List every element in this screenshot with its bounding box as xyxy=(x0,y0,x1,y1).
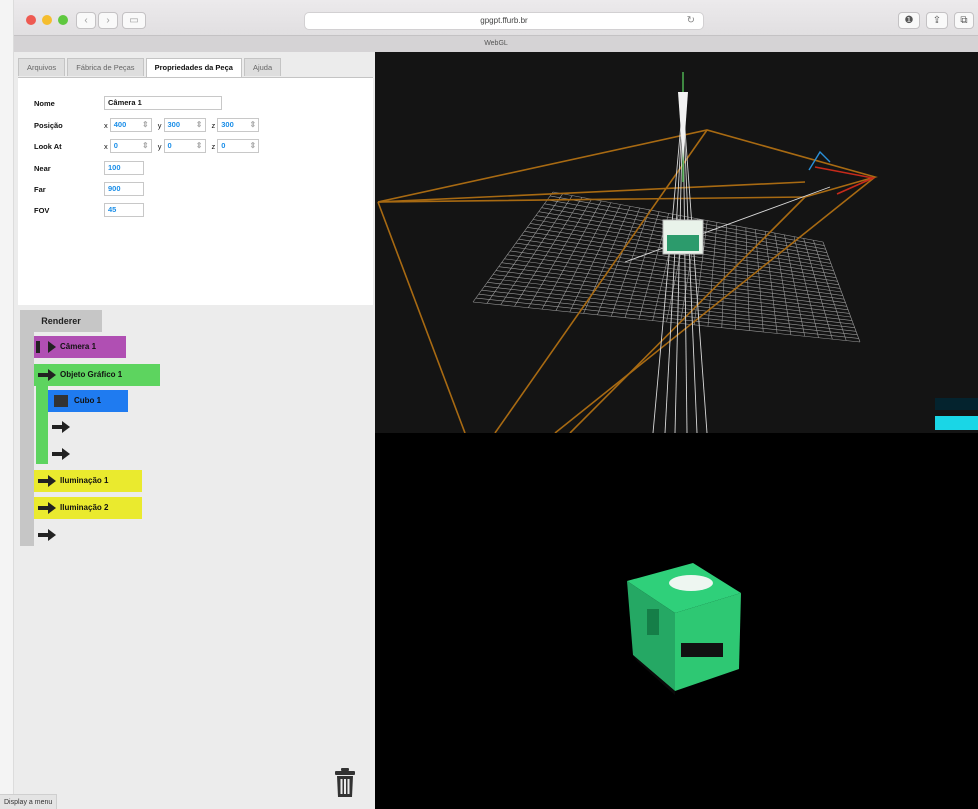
far-input[interactable]: 900 xyxy=(104,182,144,196)
trash-icon[interactable] xyxy=(334,768,356,798)
tree-node-cube[interactable]: Cubo 1 xyxy=(48,390,128,412)
arrow-right-icon xyxy=(36,341,56,353)
scene-view-viewport[interactable] xyxy=(375,52,978,433)
share-icon[interactable]: ⇪ xyxy=(926,12,948,29)
camera-frustum xyxy=(377,129,878,433)
lookat-y-input[interactable]: 0 xyxy=(163,139,206,153)
far-label: Far xyxy=(34,184,46,194)
position-label: Posição xyxy=(34,120,63,130)
tree-root-rail xyxy=(20,310,34,546)
tree-node-camera[interactable]: Câmera 1 xyxy=(34,336,126,358)
tree-node-label: Cubo 1 xyxy=(74,396,102,405)
arrow-right-icon[interactable] xyxy=(38,529,58,541)
near-input[interactable]: 100 xyxy=(104,161,144,175)
info-icon[interactable]: ❶ xyxy=(898,12,920,29)
position-z-input[interactable]: 300 xyxy=(217,118,260,132)
arrow-right-icon xyxy=(38,475,56,487)
cube-icon xyxy=(54,395,68,407)
fov-row: FOV 45 xyxy=(34,203,144,217)
editor-panel: Arquivos Fábrica de Peças Propriedades d… xyxy=(14,52,375,809)
lookat-z-input[interactable]: 0 xyxy=(217,139,260,153)
tree-node-label: Objeto Gráfico 1 xyxy=(60,370,123,379)
back-icon[interactable]: ‹ xyxy=(76,12,96,29)
tab-ajuda[interactable]: Ajuda xyxy=(243,58,282,76)
near-row: Near 100 xyxy=(34,161,144,175)
status-bar: Display a menu xyxy=(0,794,58,809)
name-field[interactable]: Câmera 1 xyxy=(104,96,222,110)
tree-node-light-2[interactable]: Iluminação 2 xyxy=(34,497,142,519)
close-window-button[interactable] xyxy=(26,15,36,25)
name-row: Nome Câmera 1 xyxy=(34,96,222,110)
arrow-right-icon xyxy=(38,369,56,381)
light-rays xyxy=(624,101,831,433)
lookat-x-input[interactable]: 0 xyxy=(109,139,152,153)
lookat-label: Look At xyxy=(34,141,62,151)
tree-node-object[interactable]: Objeto Gráfico 1 xyxy=(34,364,160,386)
browser-toolbar: ‹ › ▭ gpgpt.ffurb.br ↻ ❶ ⇪ ⧉ WebGL xyxy=(14,0,978,52)
position-y-input[interactable]: 300 xyxy=(163,118,206,132)
browser-tab[interactable]: WebGL xyxy=(14,35,978,52)
forward-icon[interactable]: › xyxy=(98,12,118,29)
fov-label: FOV xyxy=(34,205,50,215)
tree-node-label: Câmera 1 xyxy=(60,342,97,351)
address-bar[interactable]: gpgpt.ffurb.br ↻ xyxy=(304,12,704,30)
near-label: Near xyxy=(34,163,51,173)
far-row: Far 900 xyxy=(34,182,144,196)
arrow-right-icon[interactable] xyxy=(52,448,72,460)
grid-plane xyxy=(472,191,861,343)
axis-y-label: y xyxy=(157,141,162,151)
rendered-cube[interactable] xyxy=(627,563,741,695)
arrow-right-icon xyxy=(38,502,56,514)
tab-fabrica-de-pecas[interactable]: Fábrica de Peças xyxy=(67,58,144,76)
lookat-row: Look At x0 y0 z0 xyxy=(34,139,265,153)
panel-tabs: Arquivos Fábrica de Peças Propriedades d… xyxy=(18,58,283,78)
window-left-edge xyxy=(0,0,14,809)
zoom-window-button[interactable] xyxy=(58,15,68,25)
sidebar-toggle-icon[interactable]: ▭ xyxy=(122,12,146,29)
tab-arquivos[interactable]: Arquivos xyxy=(18,58,66,76)
axis-z-label: z xyxy=(211,141,216,151)
name-label: Nome xyxy=(34,98,55,108)
axis-z-label: z xyxy=(211,120,216,130)
properties-form: Nome Câmera 1 Posição x400 y300 z300 Loo… xyxy=(18,77,373,305)
tree-node-label: Iluminação 2 xyxy=(60,503,109,512)
axis-y-label: y xyxy=(157,120,162,130)
scene-cube[interactable] xyxy=(662,219,704,255)
tree-node-label: Iluminação 1 xyxy=(60,476,109,485)
position-x-input[interactable]: 400 xyxy=(109,118,152,132)
camera-view-viewport[interactable] xyxy=(375,433,978,809)
url-text: gpgpt.ffurb.br xyxy=(480,16,528,25)
position-row: Posição x400 y300 z300 xyxy=(34,118,265,132)
fov-input[interactable]: 45 xyxy=(104,203,144,217)
axis-x-label: x xyxy=(104,141,108,151)
arrow-right-icon[interactable] xyxy=(52,421,72,433)
axis-x-label: x xyxy=(104,120,108,130)
minimize-window-button[interactable] xyxy=(42,15,52,25)
reload-icon[interactable]: ↻ xyxy=(687,13,695,29)
tabs-icon[interactable]: ⧉ xyxy=(954,12,974,29)
stats-overlay xyxy=(935,398,978,430)
tree-node-light-1[interactable]: Iluminação 1 xyxy=(34,470,142,492)
tab-propriedades-da-peca[interactable]: Propriedades da Peça xyxy=(145,58,242,78)
renderer-node[interactable]: Renderer xyxy=(20,310,102,332)
